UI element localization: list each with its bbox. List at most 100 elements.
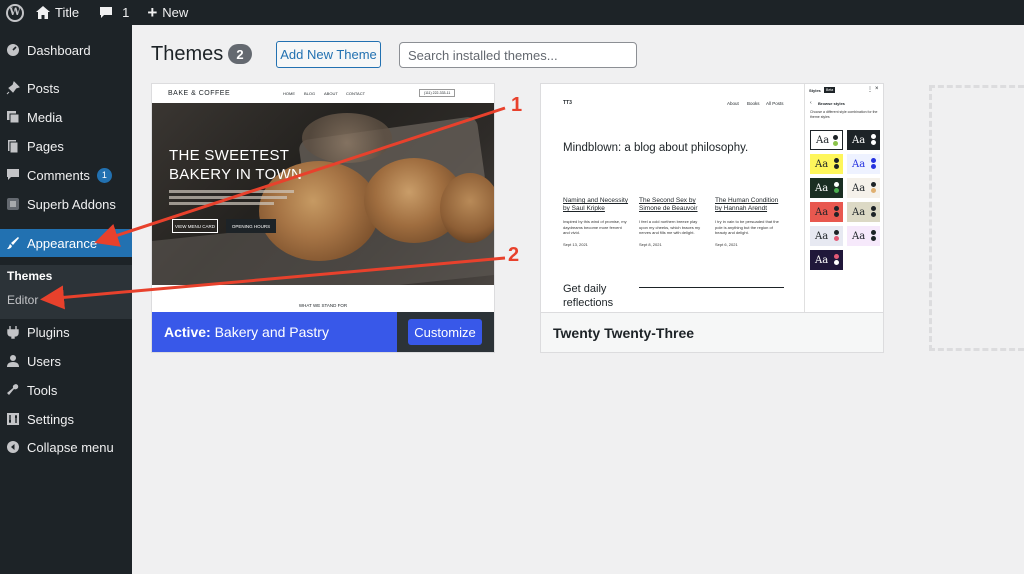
sidebar-item-label: Dashboard bbox=[27, 42, 91, 58]
annotation-number-2: 2 bbox=[508, 244, 519, 266]
bakery-nav-about: ABOUT bbox=[324, 91, 338, 96]
sidebar-item-label: Appearance bbox=[27, 235, 98, 251]
style-variation-swatch: Aa bbox=[810, 154, 843, 174]
tt3-logo: TT3 bbox=[563, 100, 572, 106]
wp-logo-menu[interactable]: W bbox=[0, 0, 30, 25]
theme-card-twenty-twenty-three[interactable]: TT3 About Books All Posts Mindblown: a b… bbox=[540, 83, 884, 353]
pushpin-icon bbox=[6, 81, 20, 95]
styles-panel-menu-icon: ⋮ bbox=[867, 87, 873, 93]
wrench-icon bbox=[6, 383, 20, 397]
bakery-headline: THE SWEETEST BAKERY IN TOWN bbox=[169, 147, 303, 183]
style-variation-swatch: Aa bbox=[847, 154, 880, 174]
tt3-preview-page: TT3 About Books All Posts Mindblown: a b… bbox=[541, 84, 804, 313]
sidebar-item-label: Posts bbox=[27, 80, 60, 96]
media-icon bbox=[6, 110, 20, 124]
paintbrush-icon bbox=[6, 236, 20, 250]
active-theme-footer: Active: Bakery and Pastry Customize bbox=[152, 312, 494, 352]
sidebar-item-label: Pages bbox=[27, 138, 64, 154]
site-name-menu[interactable]: Title bbox=[30, 0, 85, 25]
cookie-image bbox=[440, 173, 494, 243]
styles-beta-badge: Beta bbox=[824, 87, 836, 93]
sidebar-item-dashboard[interactable]: Dashboard bbox=[0, 37, 132, 63]
bakery-section-label: WHAT WE STAND FOR bbox=[152, 285, 494, 313]
style-variation-swatch: Aa bbox=[810, 250, 843, 270]
bakery-opening-hours-button: OPENING HOURS bbox=[226, 219, 276, 233]
bakery-view-menu-button: VIEW MENU CARD bbox=[172, 219, 218, 233]
sidebar-item-label: Comments bbox=[27, 167, 90, 183]
wordpress-logo-icon: W bbox=[6, 3, 24, 22]
site-title: Title bbox=[55, 5, 80, 20]
styles-panel-title: Styles bbox=[809, 88, 821, 93]
tt3-heading: Mindblown: a blog about philosophy. bbox=[563, 142, 749, 154]
settings-sliders-icon bbox=[6, 412, 20, 426]
plus-icon: + bbox=[147, 3, 158, 22]
sidebar-item-label: Users bbox=[27, 353, 61, 369]
style-variation-swatch: Aa bbox=[810, 202, 843, 222]
bakery-nav-blog: BLOG bbox=[304, 91, 316, 96]
home-icon bbox=[36, 6, 50, 19]
theme-name-footer: Twenty Twenty-Three bbox=[541, 312, 883, 352]
customize-button[interactable]: Customize bbox=[408, 319, 482, 345]
sidebar-item-settings[interactable]: Settings bbox=[0, 406, 132, 432]
admin-sidebar: Dashboard Posts Media Pages Comments 1 S… bbox=[0, 25, 132, 574]
new-label: New bbox=[162, 5, 189, 20]
bakery-phone: (111) 222-333-11 bbox=[419, 89, 456, 97]
addon-blocks-icon bbox=[6, 197, 20, 211]
submenu-item-themes[interactable]: Themes bbox=[7, 269, 52, 283]
sidebar-item-posts[interactable]: Posts bbox=[0, 75, 132, 101]
tt3-nav-about: About bbox=[727, 101, 739, 106]
sidebar-item-label: Plugins bbox=[27, 324, 70, 340]
comment-bubble-icon bbox=[100, 7, 113, 18]
bakery-nav-home: HOME bbox=[283, 91, 295, 96]
theme-card-bakery-and-pastry[interactable]: BAKE & COFFEE HOME BLOG ABOUT CONTACT (1… bbox=[151, 83, 495, 353]
search-themes-input[interactable] bbox=[399, 42, 637, 68]
style-variation-swatch: Aa bbox=[847, 178, 880, 198]
tt3-nav-all-posts: All Posts bbox=[766, 101, 784, 106]
theme-count-badge: 2 bbox=[228, 44, 252, 64]
sidebar-item-tools[interactable]: Tools bbox=[0, 377, 132, 403]
sidebar-item-appearance[interactable]: Appearance bbox=[0, 229, 132, 257]
sidebar-item-collapse-menu[interactable]: Collapse menu bbox=[0, 434, 132, 460]
sidebar-item-plugins[interactable]: Plugins bbox=[0, 319, 132, 345]
theme-name: Twenty Twenty-Three bbox=[553, 324, 695, 341]
active-theme-label: Active: Bakery and Pastry bbox=[164, 324, 329, 340]
add-new-theme-placeholder[interactable] bbox=[929, 85, 1024, 351]
tt3-post: Naming and Necessity by Saul Kripke Insp… bbox=[563, 197, 629, 247]
tt3-post: The Second Sex by Simone de Beauvoir I f… bbox=[639, 197, 701, 247]
browse-styles-label: Browse styles bbox=[818, 101, 845, 106]
dashboard-gauge-icon bbox=[6, 43, 20, 57]
sidebar-item-label: Superb Addons bbox=[27, 196, 116, 212]
sidebar-item-comments[interactable]: Comments 1 bbox=[0, 162, 132, 188]
sidebar-item-media[interactable]: Media bbox=[0, 104, 132, 130]
style-variation-swatch: Aa bbox=[810, 178, 843, 198]
style-variation-swatch: Aa bbox=[810, 226, 843, 246]
sidebar-item-users[interactable]: Users bbox=[0, 348, 132, 374]
back-chevron-icon: ‹ bbox=[810, 100, 812, 106]
user-icon bbox=[6, 354, 20, 368]
sidebar-item-label: Collapse menu bbox=[27, 439, 114, 455]
annotation-number-1: 1 bbox=[511, 94, 522, 116]
bakery-nav-contact: CONTACT bbox=[346, 91, 366, 96]
bakery-brand: BAKE & COFFEE bbox=[168, 90, 231, 97]
new-content-menu[interactable]: + New bbox=[141, 0, 194, 25]
tt3-cta: Get daily reflections bbox=[563, 283, 614, 309]
comments-count: 1 bbox=[122, 5, 130, 20]
style-variation-swatch: Aa bbox=[847, 202, 880, 222]
style-variation-swatch: Aa bbox=[847, 226, 880, 246]
add-new-theme-button[interactable]: Add New Theme bbox=[276, 41, 381, 68]
style-variation-swatch: Aa bbox=[847, 130, 880, 150]
comments-menu[interactable]: 1 bbox=[93, 0, 135, 25]
collapse-arrow-icon bbox=[6, 440, 20, 454]
tt3-nav-books: Books bbox=[747, 101, 760, 106]
sidebar-item-pages[interactable]: Pages bbox=[0, 133, 132, 159]
plug-icon bbox=[6, 325, 20, 339]
appearance-submenu: Themes Editor bbox=[0, 265, 132, 319]
tt3-styles-panel: Styles Beta ⋮ × ‹ Browse styles Choose a… bbox=[804, 84, 883, 313]
style-variation-swatch: Aa bbox=[810, 130, 843, 150]
browse-styles-description: Choose a different style combination for… bbox=[810, 110, 878, 119]
sidebar-item-superb-addons[interactable]: Superb Addons bbox=[0, 191, 132, 217]
sidebar-item-label: Media bbox=[27, 109, 63, 125]
sidebar-item-label: Settings bbox=[27, 411, 74, 427]
submenu-item-editor[interactable]: Editor bbox=[7, 293, 38, 307]
comment-bubble-icon bbox=[6, 168, 20, 182]
